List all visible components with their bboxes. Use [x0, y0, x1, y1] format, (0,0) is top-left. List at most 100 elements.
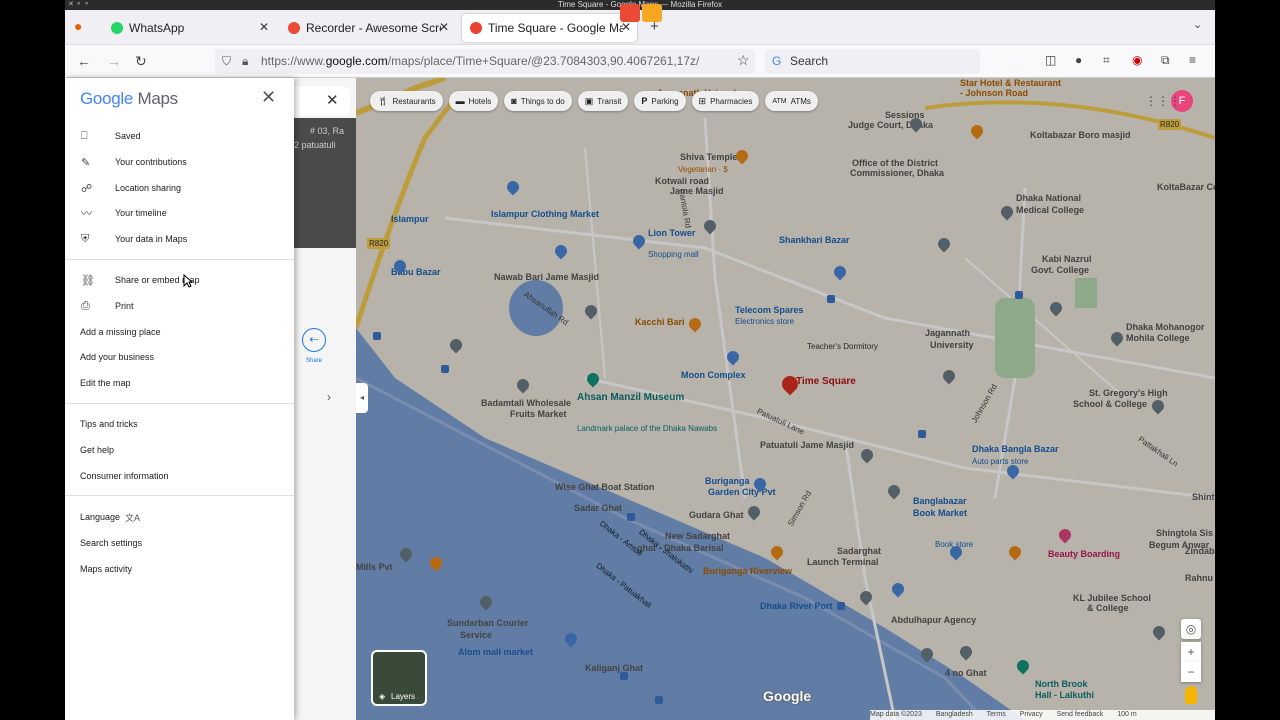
recorder-toolbar-icon[interactable]: ◉ [1132, 53, 1142, 67]
menu-item-print[interactable]: ⎙ Print [65, 294, 294, 318]
chevron-right-icon[interactable]: › [327, 390, 331, 404]
reload-icon[interactable]: ↻ [135, 53, 147, 70]
menu-label: Your timeline [115, 208, 167, 218]
menu-label: Language [80, 512, 121, 522]
pharmacy-icon: ⊞ [698, 95, 707, 106]
close-search-icon[interactable]: ✕ [326, 91, 339, 109]
search-box-remnant: ✕ [294, 86, 350, 116]
print-icon: ⎙ [81, 299, 90, 312]
tab-recorder[interactable]: Recorder - Awesome Scre ✕ [280, 14, 455, 42]
menu-label: Edit the map [80, 378, 131, 388]
chip-hotels[interactable]: ▬ Hotels [448, 91, 499, 111]
menu-item-share-embed[interactable]: ⛓ Share or embed map [65, 268, 294, 292]
forward-icon[interactable]: → [107, 53, 121, 69]
scale-label[interactable]: 100 m [1117, 711, 1136, 718]
menu-item-your-data[interactable]: ⛨ Your data in Maps [65, 227, 294, 251]
bookmark-star-icon[interactable]: ☆ [737, 52, 750, 69]
recorder-extension-icon[interactable] [620, 4, 640, 22]
address-line: 2 patuatuli [294, 140, 336, 150]
fork-knife-icon: 🍴︎ [377, 95, 389, 106]
chip-transit[interactable]: ▣ Transit [577, 91, 629, 111]
divider [65, 259, 294, 260]
menu-label: Saved [115, 131, 141, 141]
zoom-in-button[interactable]: + [1181, 642, 1201, 662]
chip-atms[interactable]: ATM ATMs [765, 91, 818, 111]
recorder-icon [288, 22, 300, 34]
pocket-icon[interactable]: ◫ [1045, 53, 1056, 67]
menu-icon[interactable]: ≡ [1189, 53, 1196, 67]
menu-item-maps-activity[interactable]: Maps activity [65, 557, 294, 581]
shield-icon[interactable]: ⛉ [222, 49, 231, 74]
tab-label: Recorder - Awesome Scre [306, 21, 441, 35]
menu-label: Maps activity [80, 564, 133, 574]
tab-bar: ● WhatsApp ✕ Recorder - Awesome Scre ✕ T… [65, 4, 1215, 45]
menu-label: Add a missing place [80, 327, 161, 337]
back-icon[interactable]: ← [77, 53, 91, 69]
attribution-map-data: Map data ©2023 [870, 711, 922, 718]
attribution-privacy[interactable]: Privacy [1020, 711, 1043, 718]
location-sharing-icon: ☍ [81, 182, 93, 195]
lock-icon[interactable]: 🔒︎ [242, 49, 248, 74]
category-chips: 🍴︎ Restaurants ▬ Hotels ◙ Things to do ▣ Tra… [370, 91, 818, 111]
pegman-icon[interactable] [1185, 686, 1197, 704]
share-icon[interactable]: ⇠ [302, 328, 326, 352]
my-location-icon[interactable]: ◎ [1181, 619, 1201, 639]
shield-icon: ⛨ [81, 232, 90, 245]
menu-item-language[interactable]: Language 文A [65, 505, 294, 529]
tab-list-icon[interactable]: ⌄ [1193, 18, 1202, 31]
chip-label: Pharmacies [710, 96, 753, 106]
close-tab-icon[interactable]: ✕ [621, 20, 631, 34]
bus-icon: ▣ [584, 95, 594, 106]
menu-item-location-sharing[interactable]: ☍ Location sharing [65, 176, 294, 200]
menu-label: Location sharing [115, 183, 182, 193]
close-tab-icon[interactable]: ✕ [439, 20, 449, 34]
search-placeholder: Search [790, 54, 829, 68]
window-controls[interactable]: ✕ ⚬ ⚬ [68, 0, 90, 10]
firefox-view-icon[interactable]: ● [74, 18, 82, 34]
menu-item-saved[interactable]: ⎕ Saved [65, 124, 294, 148]
menu-item-consumer-info[interactable]: Consumer information [65, 464, 294, 488]
extensions-icon[interactable]: ⧉ [1161, 53, 1170, 68]
notes-extension-icon[interactable] [642, 4, 662, 22]
collapse-panel-button[interactable]: ◂ [356, 383, 368, 413]
crop-icon[interactable]: ⌗ [1103, 53, 1110, 68]
menu-item-edit-map[interactable]: Edit the map [65, 371, 294, 395]
chip-restaurants[interactable]: 🍴︎ Restaurants [370, 91, 443, 111]
chip-parking[interactable]: P Parking [634, 91, 686, 111]
divider [65, 403, 294, 404]
google-maps-logo: Google Maps [80, 89, 178, 109]
close-tab-icon[interactable]: ✕ [259, 20, 269, 34]
nav-bar: ← → ↻ ⛉ 🔒︎ https://www.google.com/maps/p… [65, 45, 1215, 78]
apps-grid-icon[interactable]: ⋮⋮⋮ [1145, 94, 1181, 108]
menu-item-timeline[interactable]: 〰 Your timeline [65, 201, 294, 225]
menu-item-add-business[interactable]: Add your business [65, 345, 294, 369]
menu-item-add-missing-place[interactable]: Add a missing place [65, 320, 294, 344]
attribution-country[interactable]: Bangladesh [936, 711, 973, 718]
maps-word: Maps [137, 89, 178, 108]
search-bar[interactable]: G Search [765, 49, 980, 74]
url-prefix: https://www. [261, 54, 326, 68]
divider [65, 495, 294, 496]
menu-item-contributions[interactable]: ✎ Your contributions [65, 150, 294, 174]
zoom-out-button[interactable]: − [1181, 662, 1201, 682]
place-photo[interactable]: # 03, Ra 2 patuatuli [294, 118, 356, 248]
tab-label: WhatsApp [129, 21, 185, 35]
menu-item-tips[interactable]: Tips and tricks [65, 412, 294, 436]
maps-icon [470, 22, 482, 34]
menu-item-get-help[interactable]: Get help [65, 438, 294, 462]
chip-things-to-do[interactable]: ◙ Things to do [504, 91, 572, 111]
close-drawer-icon[interactable]: ✕ [261, 87, 276, 108]
url-bar[interactable]: ⛉ 🔒︎ https://www.google.com/maps/place/T… [215, 49, 755, 74]
menu-label: Get help [80, 445, 115, 455]
attribution-terms[interactable]: Terms [987, 711, 1006, 718]
account-extension-icon[interactable]: ● [1075, 53, 1082, 67]
address-line: # 03, Ra [310, 126, 345, 136]
tab-whatsapp[interactable]: WhatsApp ✕ [103, 14, 275, 42]
menu-label: Print [115, 301, 134, 311]
attribution-feedback[interactable]: Send feedback [1057, 711, 1104, 718]
tab-maps[interactable]: Time Square - Google Ma ✕ [462, 14, 637, 42]
menu-item-search-settings[interactable]: Search settings [65, 531, 294, 555]
menu-label: Your data in Maps [115, 234, 188, 244]
layers-button[interactable]: ◈ Layers [371, 650, 427, 706]
chip-pharmacies[interactable]: ⊞ Pharmacies [691, 91, 760, 111]
